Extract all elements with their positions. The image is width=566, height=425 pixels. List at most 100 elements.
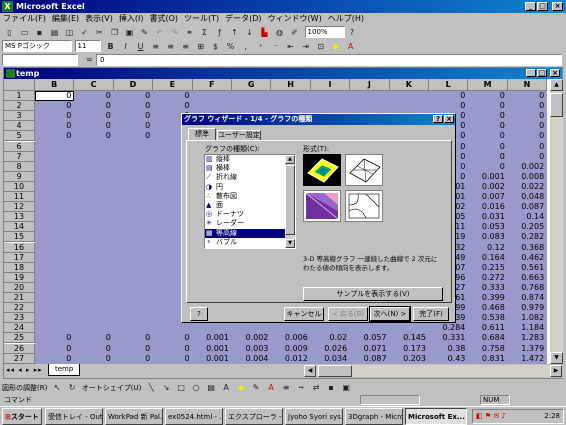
font-size-select[interactable]: 11 [74,40,101,52]
column-header[interactable]: H [271,79,311,91]
tab-standard[interactable]: 標準 [188,128,216,140]
maximize-icon[interactable]: □ [537,2,548,11]
grid-cell[interactable]: 0 [114,121,153,131]
grid-cell[interactable]: 0 [35,111,74,121]
grid-cell[interactable]: 0.368 [508,243,547,253]
grid-cell[interactable]: 0 [153,333,192,343]
grid-cell[interactable]: 0.022 [508,182,547,192]
grid-cell[interactable]: 0 [114,111,153,121]
menu-window[interactable]: ウィンドウ(W) [265,13,325,25]
row-header[interactable]: 25 [4,333,35,344]
align-left-icon[interactable]: ≡ [149,40,162,53]
row-header[interactable]: 26 [4,343,35,354]
grid-cell[interactable]: 0.462 [508,253,547,263]
row-header[interactable]: 24 [4,323,35,334]
row-header[interactable]: 2 [4,101,35,112]
column-header[interactable]: N [507,79,548,91]
print-icon[interactable]: ▤ [48,26,61,39]
sort-asc-icon[interactable]: ↑ [228,26,241,39]
grid-cell[interactable]: 0.02 [311,333,350,343]
zoom-select[interactable]: 100% [304,26,345,38]
row-header[interactable]: 15 [4,232,35,243]
dialog-help-icon[interactable]: ? [190,307,208,321]
grid-cell[interactable]: 0 [74,101,113,111]
column-header[interactable]: F [192,79,232,91]
grid-cell[interactable]: 0.561 [508,263,547,273]
row-header[interactable]: 27 [4,353,35,364]
row-header[interactable]: 12 [4,202,35,213]
borders-icon[interactable]: ⊡ [314,40,327,53]
arrow-icon[interactable]: ↘ [160,381,173,394]
grid-cell[interactable]: 0.272 [468,273,507,283]
merge-icon[interactable]: ⊞ [194,40,207,53]
font-color-icon[interactable]: A [344,40,357,53]
next-button[interactable]: 次へ(N) > [369,306,411,322]
vertical-scrollbar[interactable]: ▲ ▼ [550,79,563,364]
row-header[interactable]: 3 [4,111,35,122]
grid-cell[interactable]: 0.083 [468,232,507,242]
grid-cell[interactable]: 0 [74,131,113,141]
row-header[interactable]: 16 [4,242,35,253]
grid-cell[interactable]: 0 [429,101,468,111]
chart-type-item[interactable]: ▲ 面 [205,201,285,210]
chart-type-item[interactable]: ▥ 縦棒 [205,155,285,164]
wb-close-icon[interactable]: × [550,69,560,77]
grid-cell[interactable]: 0.874 [508,293,547,303]
dialog-help-button[interactable]: ? [433,115,443,123]
start-button[interactable]: ⊞スタート [2,408,42,425]
grid-cell[interactable]: 0.057 [350,333,389,343]
preview-icon[interactable]: ◫ [63,26,76,39]
grid-cell[interactable]: 0.43 [429,354,468,364]
grid-cell[interactable]: 0 [508,131,547,141]
row-header[interactable]: 10 [4,181,35,192]
grid-cell[interactable]: 0.284 [429,323,468,333]
task-workpad[interactable]: WorkPad 新 Pal... [105,408,163,425]
grid-cell[interactable]: 0.048 [508,192,547,202]
shadow-icon[interactable]: ▪ [325,381,338,394]
grid-cell[interactable]: 0 [35,333,74,343]
menu-data[interactable]: データ(D) [222,13,264,25]
align-center-icon[interactable]: ≡ [164,40,177,53]
grid-cell[interactable]: 0.031 [468,212,507,222]
grid-cell[interactable]: 0 [153,354,192,364]
grid-cell[interactable]: 0 [468,111,507,121]
scroll-thumb[interactable] [550,93,563,117]
row-header[interactable]: 9 [4,171,35,182]
grid-cell[interactable]: 0.007 [468,192,507,202]
name-box[interactable] [2,54,78,66]
column-header[interactable]: E [153,79,193,91]
grid-cell[interactable]: 0.001 [193,354,232,364]
column-header[interactable]: L [429,79,469,91]
map-icon[interactable]: ◍ [273,26,286,39]
type-scroll-up-icon[interactable]: ▲ [285,155,295,164]
subtype-contour[interactable] [303,190,341,222]
select-all-corner[interactable] [4,79,35,91]
grid-cell[interactable]: 0.12 [468,243,507,253]
grid-cell[interactable]: 0 [74,333,113,343]
grid-cell[interactable]: 0.203 [390,354,429,364]
row-header[interactable]: 23 [4,313,35,324]
grid-cell[interactable]: 0 [468,131,507,141]
grid-cell[interactable]: 0.145 [390,333,429,343]
open-icon[interactable]: ▭ [18,26,31,39]
type-list-scrollbar[interactable]: ▲ ▼ [285,155,295,248]
grid-cell[interactable]: 0.008 [508,172,547,182]
outdent-icon[interactable]: ⇤ [284,40,297,53]
grid-cell[interactable]: 0.663 [508,273,547,283]
grid-cell[interactable]: 0 [153,91,192,101]
task-jyoho[interactable]: Jyoho Syori sys... [285,408,343,425]
tab-custom[interactable]: ユーザー設定 [217,130,261,140]
chart-wizard-icon[interactable]: ▙ [258,26,271,39]
grid-cell[interactable]: 0.053 [468,222,507,232]
chart-type-item[interactable]: ▦ 等高線 [205,228,285,238]
grid-cell[interactable]: 0.215 [468,263,507,273]
help-icon[interactable]: ? [346,26,359,39]
grid-cell[interactable]: 1.184 [508,323,547,333]
type-scroll-thumb[interactable] [285,165,295,235]
sigma-icon[interactable]: Σ [198,26,211,39]
increase-decimal-icon[interactable]: ⁺ [254,40,267,53]
grid-cell[interactable]: 0.034 [311,354,350,364]
grid-cell[interactable]: 0.333 [468,283,507,293]
grid-cell[interactable]: 0.173 [390,344,429,354]
grid-cell[interactable]: 0 [114,101,153,111]
